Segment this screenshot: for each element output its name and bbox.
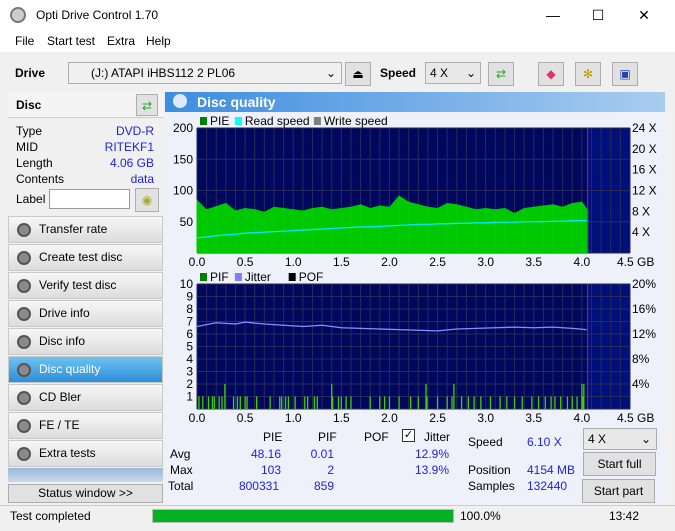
header-pof: POF <box>364 430 389 444</box>
x-tick-label: 3.0 <box>477 411 494 425</box>
chevron-down-icon: ⌄ <box>640 432 651 446</box>
x-tick-label: 4.0 <box>574 255 591 269</box>
header-jitter: Jitter <box>424 430 451 444</box>
status-text: Test completed <box>10 509 91 523</box>
legend-label: POF <box>299 270 324 284</box>
x-tick-label: 1.5 <box>333 255 350 269</box>
max-pif: 2 <box>327 463 334 477</box>
legend-label: PIF <box>210 270 229 284</box>
legend-label: Jitter <box>245 270 271 284</box>
samples-value: 132440 <box>527 479 568 493</box>
max-pie: 103 <box>260 463 281 477</box>
y2-tick-label: 24 X <box>632 121 657 135</box>
y2-tick-label: 20% <box>632 277 656 291</box>
charts: 200 150 100 50 24 X 20 X 16 X 12 X 8 X 4 X 0.0 0.5 1… <box>173 114 657 425</box>
legend-label: PIE <box>210 114 229 128</box>
max-jitter: 13.9% <box>414 463 449 477</box>
header-pif: PIF <box>318 430 337 444</box>
y2-tick-label: 12% <box>632 327 656 341</box>
avg-pif: 0.01 <box>310 447 334 461</box>
y-tick-label: 50 <box>180 215 194 229</box>
x-tick-label: 3.5 <box>525 255 542 269</box>
progress-fill <box>153 510 453 522</box>
samples-label: Samples <box>468 479 515 493</box>
y2-tick-label: 4 X <box>632 225 650 239</box>
y-tick-label: 200 <box>173 121 193 135</box>
legend-swatch <box>288 273 296 281</box>
progress-bar <box>152 509 454 523</box>
x-tick-label: 1.5 <box>333 411 350 425</box>
x-tick-label: 0.0 <box>189 255 206 269</box>
start-part-button[interactable]: Start part <box>582 479 655 503</box>
row-label-total: Total <box>168 479 194 493</box>
speed-stat-label: Speed <box>468 435 503 449</box>
position-value: 4154 MB <box>527 463 576 477</box>
start-full-button[interactable]: Start full <box>583 452 656 476</box>
x-tick-label: 4.5 GB <box>617 255 654 269</box>
test-speed-value: 4 X <box>588 432 607 446</box>
progress-text: 100.0% <box>460 509 501 523</box>
total-pie: 800331 <box>238 479 279 493</box>
y-tick-label: 1 <box>186 390 193 404</box>
avg-pie: 48.16 <box>250 447 281 461</box>
y2-tick-label: 16% <box>632 302 656 316</box>
legend-swatch <box>200 117 207 125</box>
speed-stat-value: 6.10 X <box>527 435 562 449</box>
x-tick-label: 2.0 <box>381 411 398 425</box>
test-speed-select[interactable]: 4 X ⌄ <box>583 428 657 450</box>
status-time: 13:42 <box>609 509 640 523</box>
legend-swatch <box>200 273 207 281</box>
y-tick-label: 150 <box>173 152 193 166</box>
x-tick-label: 0.5 <box>237 255 254 269</box>
x-tick-label: 2.5 <box>429 255 446 269</box>
row-label-avg: Avg <box>170 447 191 461</box>
status-bar: Test completed 100.0% 13:42 <box>0 505 675 527</box>
x-tick-label: 0.0 <box>189 411 206 425</box>
jitter-checkbox[interactable]: ✓ <box>402 429 415 442</box>
legend-swatch <box>313 117 321 125</box>
legend-label: Read speed <box>245 114 310 128</box>
y2-tick-label: 4% <box>632 377 650 391</box>
x-tick-label: 2.5 <box>429 411 446 425</box>
x-tick-label: 3.0 <box>477 255 494 269</box>
y2-tick-label: 20 X <box>632 142 657 156</box>
legend-label: Write speed <box>324 114 388 128</box>
x-tick-label: 4.0 <box>574 411 591 425</box>
position-label: Position <box>468 463 511 477</box>
x-tick-label: 1.0 <box>285 411 302 425</box>
header-pie: PIE <box>263 430 283 444</box>
legend-swatch <box>234 117 242 125</box>
total-pif: 859 <box>313 479 334 493</box>
y-tick-label: 100 <box>173 184 193 198</box>
y2-tick-label: 8% <box>632 352 650 366</box>
y2-tick-label: 16 X <box>632 163 657 177</box>
row-label-max: Max <box>170 463 193 477</box>
x-tick-label: 3.5 <box>525 411 542 425</box>
avg-jitter: 12.9% <box>414 447 449 461</box>
legend-swatch <box>234 273 242 281</box>
y2-tick-label: 8 X <box>632 204 650 218</box>
x-tick-label: 2.0 <box>381 255 398 269</box>
x-tick-label: 1.0 <box>285 255 302 269</box>
x-tick-label: 4.5 GB <box>617 411 654 425</box>
y2-tick-label: 12 X <box>632 184 657 198</box>
x-tick-label: 0.5 <box>237 411 254 425</box>
